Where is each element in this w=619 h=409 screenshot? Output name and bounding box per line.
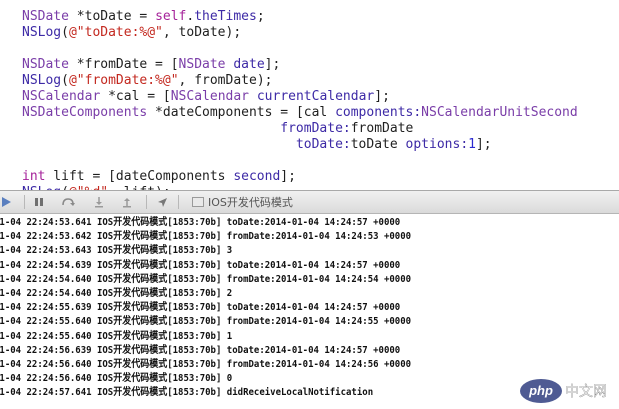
code-token: fromDate: — [280, 121, 351, 136]
code-token: *cal = [ — [100, 89, 171, 104]
code-token: components: — [335, 105, 422, 120]
code-line: toDate:toDate options:1]; — [22, 137, 492, 153]
code-token: second — [233, 169, 281, 184]
code-token: *toDate = — [68, 9, 156, 24]
console-log-line: 01-04 22:24:56.640 IOS开发代码模式[1853:70b] 0 — [0, 373, 233, 385]
code-line: NSDate *toDate = self.theTimes; — [22, 9, 265, 25]
code-token: ( — [61, 73, 69, 88]
code-token: NSLog — [22, 25, 62, 40]
site-text: 中文网 — [565, 384, 607, 400]
code-token: theTimes — [194, 9, 257, 24]
code-token: @"fromDate:%@" — [68, 73, 179, 88]
code-token: lift = [dateComponents — [45, 169, 234, 184]
console-log-line: 01-04 22:24:54.640 IOS开发代码模式[1853:70b] 2 — [0, 288, 233, 299]
step-into-icon[interactable] — [90, 194, 108, 210]
code-token: NSDateComponents — [22, 105, 148, 120]
code-token: date — [233, 57, 265, 72]
code-editor[interactable]: NSDate *toDate = self.theTimes; NSLog(@"t… — [0, 0, 619, 190]
code-line: fromDate:fromDate — [22, 121, 413, 137]
console-log-line: 01-04 22:24:53.642 IOS开发代码模式[1853:70b] f… — [0, 231, 412, 243]
pause-icon[interactable] — [30, 194, 48, 210]
code-token: NSDate — [178, 57, 226, 72]
code-token: ]; — [475, 137, 492, 152]
code-token: ]; — [280, 169, 296, 184]
console-log-line: 01-04 22:24:55.639 IOS开发代码模式[1853:70b] t… — [0, 302, 401, 314]
code-token: currentCalendar — [256, 89, 375, 104]
code-line: NSDate *fromDate = [NSDate date]; — [22, 57, 280, 73]
code-line: NSLog(@"fromDate:%@", fromDate); — [22, 73, 272, 89]
toolbar-divider — [24, 195, 25, 209]
code-line: NSLog(@"toDate:%@", toDate); — [22, 25, 241, 41]
scheme-breadcrumb[interactable]: IOS开发代码模式 — [192, 194, 293, 210]
code-line: NSDateComponents *dateComponents = [cal … — [22, 105, 578, 121]
scheme-icon — [192, 197, 204, 207]
console-log-line: 01-04 22:24:53.641 IOS开发代码模式[1853:70b] t… — [0, 217, 401, 228]
code-token: NSDate — [22, 57, 69, 72]
scheme-label: IOS开发代码模式 — [208, 196, 293, 209]
toolbar-divider — [146, 195, 147, 209]
code-token: , toDate); — [162, 25, 242, 40]
logo-text: php — [528, 383, 553, 398]
code-token: NSCalendar — [22, 89, 101, 104]
code-token: ; — [256, 9, 265, 24]
console-log-line: 01-04 22:24:56.640 IOS开发代码模式[1853:70b] f… — [0, 359, 412, 370]
code-token: 1 — [468, 137, 476, 152]
code-token: NSCalendar — [170, 89, 250, 104]
php-cn-logo: php 中文网 — [519, 377, 613, 405]
code-token: NSLog — [22, 73, 62, 88]
code-token: *fromDate = [ — [68, 57, 179, 72]
code-token: NSDate — [22, 9, 69, 24]
code-token: ]; — [374, 89, 390, 104]
console-log-line: 01-04 22:24:54.640 IOS开发代码模式[1853:70b] f… — [0, 273, 412, 285]
code-token: fromDate — [350, 121, 414, 136]
code-line: NSCalendar *cal = [NSCalendar currentCal… — [22, 89, 390, 105]
toolbar-divider — [178, 195, 179, 209]
code-token: options: — [405, 137, 469, 152]
location-icon[interactable] — [154, 194, 170, 210]
code-token: toDate — [350, 137, 406, 152]
code-token: ]; — [264, 57, 281, 72]
code-token: , fromDate); — [178, 73, 273, 88]
code-token: ( — [61, 25, 69, 40]
console-log-line: 01-04 22:24:56.639 IOS开发代码模式[1853:70b] t… — [0, 344, 401, 356]
console-log-line: 01-04 22:24:54.639 IOS开发代码模式[1853:70b] t… — [0, 259, 401, 271]
code-token: toDate: — [295, 137, 351, 152]
step-over-icon[interactable] — [58, 194, 78, 210]
code-token: NSCalendarUnitSecond — [421, 105, 578, 120]
show-hide-debug-icon[interactable] — [0, 194, 14, 210]
code-token: self — [155, 9, 187, 24]
code-token: int — [22, 169, 46, 184]
console-log-line: 01-04 22:24:55.640 IOS开发代码模式[1853:70b] f… — [0, 316, 412, 328]
console-log-line: 01-04 22:24:55.640 IOS开发代码模式[1853:70b] 1 — [0, 330, 233, 342]
code-token: @"toDate:%@" — [68, 25, 163, 40]
step-out-icon[interactable] — [118, 194, 136, 210]
console-log-line: 01-04 22:24:57.641 IOS开发代码模式[1853:70b] d… — [0, 387, 374, 399]
console-log-line: 01-04 22:24:53.643 IOS开发代码模式[1853:70b] 3 — [0, 245, 233, 257]
debug-toolbar: IOS开发代码模式 — [0, 190, 619, 214]
code-token: *dateComponents = [cal — [147, 105, 336, 120]
code-line: int lift = [dateComponents second]; — [22, 169, 296, 185]
